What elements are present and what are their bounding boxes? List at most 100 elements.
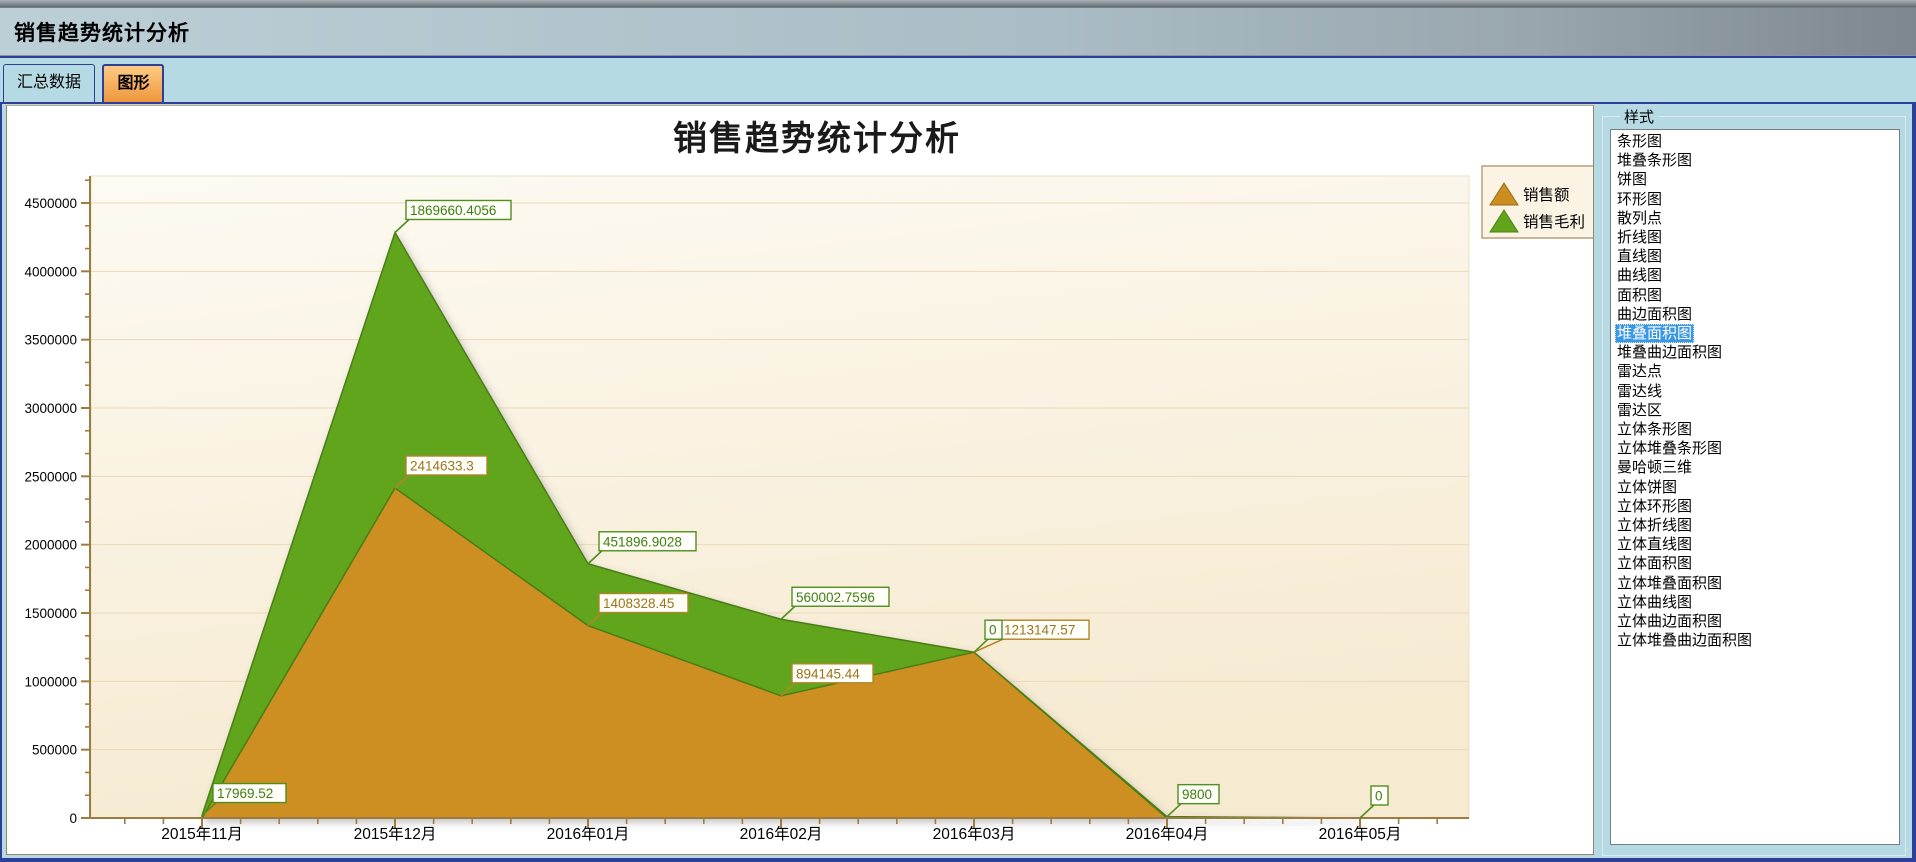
style-option[interactable]: 立体堆叠条形图 [1613, 439, 1897, 458]
style-option-label: 直线图 [1615, 247, 1664, 266]
svg-text:2016年02月: 2016年02月 [740, 825, 823, 843]
style-sidebar: 样式 条形图堆叠条形图饼图环形图散列点折线图直线图曲线图面积图曲边面积图堆叠面积… [1600, 104, 1908, 858]
window-title-row: 销售趋势统计分析 [0, 8, 1916, 56]
svg-text:2015年11月: 2015年11月 [161, 825, 243, 843]
point-label: 17969.52 [217, 786, 273, 801]
style-option-label: 面积图 [1615, 286, 1664, 305]
style-option[interactable]: 立体曲边面积图 [1613, 612, 1897, 631]
style-option[interactable]: 立体折线图 [1613, 516, 1897, 535]
style-option-label: 雷达区 [1615, 401, 1664, 420]
style-option[interactable]: 立体堆叠曲边面积图 [1613, 631, 1897, 650]
point-label: 9800 [1182, 787, 1212, 802]
style-option-label: 堆叠面积图 [1615, 324, 1694, 343]
svg-text:2000000: 2000000 [24, 538, 77, 553]
style-option-label: 环形图 [1615, 190, 1664, 209]
style-option[interactable]: 立体面积图 [1613, 554, 1897, 573]
style-option[interactable]: 堆叠曲边面积图 [1613, 343, 1897, 362]
point-label: 1213147.57 [1004, 623, 1075, 638]
style-option[interactable]: 立体堆叠面积图 [1613, 574, 1897, 593]
style-option-label: 条形图 [1615, 132, 1664, 151]
style-option-label: 雷达线 [1615, 382, 1664, 401]
chart-panel: 0500000100000015000002000000250000030000… [6, 105, 1594, 855]
style-option-label: 曲线图 [1615, 266, 1664, 285]
style-option[interactable]: 散列点 [1613, 209, 1897, 228]
style-option[interactable]: 条形图 [1613, 132, 1897, 151]
style-option-label: 立体堆叠曲边面积图 [1615, 631, 1754, 650]
style-option[interactable]: 立体饼图 [1613, 478, 1897, 497]
style-option-label: 饼图 [1615, 170, 1649, 189]
style-listbox[interactable]: 条形图堆叠条形图饼图环形图散列点折线图直线图曲线图面积图曲边面积图堆叠面积图堆叠… [1610, 129, 1900, 845]
style-option[interactable]: 雷达线 [1613, 382, 1897, 401]
style-option[interactable]: 堆叠条形图 [1613, 151, 1897, 170]
style-option-label: 立体曲线图 [1615, 593, 1694, 612]
svg-text:2015年12月: 2015年12月 [354, 825, 437, 843]
legend-label: 销售毛利 [1523, 213, 1585, 231]
style-option[interactable]: 立体条形图 [1613, 420, 1897, 439]
svg-text:2016年04月: 2016年04月 [1126, 825, 1209, 843]
style-option[interactable]: 雷达区 [1613, 401, 1897, 420]
svg-text:0: 0 [69, 811, 77, 826]
style-option[interactable]: 雷达点 [1613, 362, 1897, 381]
svg-text:500000: 500000 [32, 743, 77, 758]
y-axis-labels: 0500000100000015000002000000250000030000… [24, 196, 77, 826]
style-option[interactable]: 曼哈顿三维 [1613, 458, 1897, 477]
style-option-label: 立体折线图 [1615, 516, 1694, 535]
style-option[interactable]: 立体直线图 [1613, 535, 1897, 554]
style-option-label: 堆叠曲边面积图 [1615, 343, 1724, 362]
tab-summary-data[interactable]: 汇总数据 [3, 64, 95, 102]
svg-text:4500000: 4500000 [24, 196, 77, 211]
svg-text:4000000: 4000000 [24, 264, 77, 279]
svg-text:2016年01月: 2016年01月 [547, 825, 630, 843]
style-option[interactable]: 面积图 [1613, 286, 1897, 305]
style-option[interactable]: 堆叠面积图 [1613, 324, 1897, 343]
style-option-label: 堆叠条形图 [1615, 151, 1694, 170]
style-option[interactable]: 折线图 [1613, 228, 1897, 247]
point-label: 1869660.4056 [410, 203, 496, 218]
svg-text:2016年03月: 2016年03月 [933, 825, 1016, 843]
style-option[interactable]: 立体环形图 [1613, 497, 1897, 516]
window-title-bar: 销售趋势统计分析 [0, 0, 1916, 56]
window-top-edge [0, 0, 1916, 8]
style-option-label: 立体面积图 [1615, 554, 1694, 573]
tab-strip: 汇总数据 图形 [0, 56, 1916, 102]
chart-legend: 销售额销售毛利 [1482, 166, 1593, 238]
style-groupbox: 样式 条形图堆叠条形图饼图环形图散列点折线图直线图曲线图面积图曲边面积图堆叠面积… [1602, 106, 1906, 856]
chart-title: 销售趋势统计分析 [673, 120, 961, 158]
style-option-label: 立体曲边面积图 [1615, 612, 1724, 631]
style-option-label: 散列点 [1615, 209, 1664, 228]
point-label: 0 [1375, 789, 1383, 804]
svg-text:2500000: 2500000 [24, 469, 77, 484]
style-option[interactable]: 饼图 [1613, 170, 1897, 189]
point-label: 451896.9028 [603, 534, 682, 549]
style-option-label: 立体直线图 [1615, 535, 1694, 554]
svg-text:1500000: 1500000 [24, 606, 77, 621]
style-option-label: 立体条形图 [1615, 420, 1694, 439]
sales-trend-chart: 0500000100000015000002000000250000030000… [7, 106, 1593, 854]
x-axis-labels: 2015年11月 2015年12月 2016年01月 2016年02月 2016年03月… [161, 825, 1401, 843]
tab-graph[interactable]: 图形 [102, 64, 164, 102]
style-option-label: 雷达点 [1615, 362, 1664, 381]
point-label: 894145.44 [796, 666, 860, 681]
point-label: 1408328.45 [603, 596, 674, 611]
style-groupbox-label: 样式 [1620, 106, 1658, 127]
content-pane: 0500000100000015000002000000250000030000… [0, 102, 1916, 862]
style-option[interactable]: 环形图 [1613, 190, 1897, 209]
svg-text:3000000: 3000000 [24, 401, 77, 416]
style-option[interactable]: 曲线图 [1613, 266, 1897, 285]
window-title: 销售趋势统计分析 [14, 17, 190, 47]
point-label: 560002.7596 [796, 590, 875, 605]
style-option-label: 折线图 [1615, 228, 1664, 247]
svg-text:3500000: 3500000 [24, 333, 77, 348]
svg-text:2016年05月: 2016年05月 [1319, 825, 1402, 843]
point-label: 0 [989, 623, 997, 638]
style-option-label: 曼哈顿三维 [1615, 458, 1694, 477]
style-option-label: 立体堆叠条形图 [1615, 439, 1724, 458]
legend-label: 销售额 [1523, 186, 1570, 204]
style-option[interactable]: 直线图 [1613, 247, 1897, 266]
style-option-label: 曲边面积图 [1615, 305, 1694, 324]
style-option[interactable]: 立体曲线图 [1613, 593, 1897, 612]
style-option-label: 立体饼图 [1615, 478, 1679, 497]
point-label: 2414633.3 [410, 459, 474, 474]
style-option[interactable]: 曲边面积图 [1613, 305, 1897, 324]
style-option-label: 立体堆叠面积图 [1615, 574, 1724, 593]
